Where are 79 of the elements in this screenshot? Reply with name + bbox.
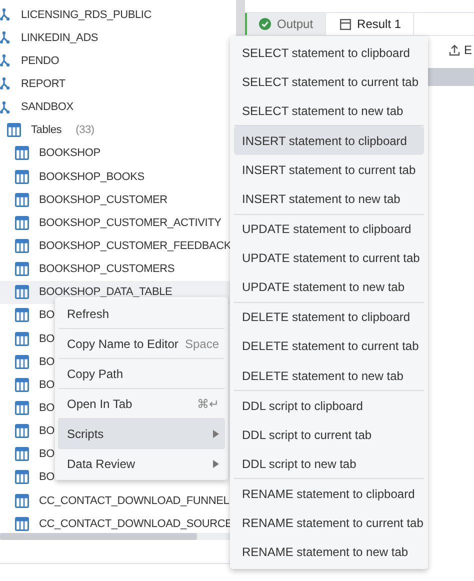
check-icon: [259, 18, 271, 30]
menu-item[interactable]: Scripts: [58, 419, 225, 449]
tree-group-label[interactable]: Tables: [31, 124, 62, 136]
schema-icon: [0, 77, 10, 90]
shortcut-label: Space: [184, 336, 219, 350]
tab[interactable]: Output: [245, 13, 326, 35]
menu-item[interactable]: INSERT statement to current tab: [234, 155, 424, 184]
grid-icon: [340, 18, 352, 30]
scrollbar[interactable]: [236, 0, 245, 36]
table-icon: [15, 400, 29, 415]
table-icon: [15, 170, 29, 184]
table-item[interactable]: BO: [39, 425, 54, 438]
menu-item[interactable]: INSERT statement to clipboard: [234, 126, 424, 156]
menu-item[interactable]: Refresh: [58, 299, 225, 329]
schema-icon: [0, 100, 10, 114]
menu-item[interactable]: RENAME statement to clipboard: [234, 479, 424, 508]
table-icon: [15, 308, 29, 322]
schema-icon: [0, 8, 10, 22]
table-icon: [15, 262, 29, 276]
table-item[interactable]: BOOKSHOP_CUSTOMER: [39, 194, 168, 206]
menu-item[interactable]: SELECT statement to clipboard: [234, 38, 424, 68]
table-icon: [15, 192, 29, 207]
table-icon: [15, 494, 29, 508]
table-item[interactable]: BOOKSHOP_CUSTOMER_FEEDBACK: [39, 240, 232, 252]
table-item[interactable]: CC_CONTACT_DOWNLOAD_SOURCE: [39, 518, 232, 530]
table-item[interactable]: BO: [39, 448, 54, 460]
export-button[interactable]: E: [448, 43, 474, 57]
table-item[interactable]: BOOKSHOP_BOOKS: [39, 170, 144, 183]
table-icon: [15, 378, 29, 392]
table-icon: [15, 424, 29, 438]
menu-item[interactable]: DELETE statement to current tab: [234, 332, 424, 362]
schema-icon: [0, 31, 10, 44]
schema-item[interactable]: SANDBOX: [21, 101, 74, 114]
menu-item[interactable]: DELETE statement to clipboard: [234, 302, 424, 332]
table-icon: [15, 332, 29, 346]
menu-item[interactable]: Data Review: [58, 449, 225, 478]
table-icon: [15, 146, 29, 160]
schema-icon: [0, 54, 10, 68]
table-item[interactable]: BO: [39, 356, 54, 368]
table-icon: [15, 285, 29, 300]
table-item[interactable]: BO: [39, 332, 54, 345]
menu-item[interactable]: SELECT statement to current tab: [234, 67, 424, 96]
schema-item[interactable]: PENDO: [21, 54, 60, 67]
table-icon: [15, 516, 29, 531]
table-item[interactable]: BO: [39, 309, 54, 322]
table-icon: [15, 354, 29, 369]
table-item[interactable]: BO: [39, 402, 54, 414]
menu-item[interactable]: DDL script to new tab: [234, 449, 424, 478]
menu-item[interactable]: UPDATE statement to current tab: [234, 244, 424, 273]
table-icon: [15, 238, 29, 253]
table-icon: [7, 123, 21, 138]
menu-item[interactable]: RENAME statement to new tab: [234, 538, 424, 567]
item-count: (33): [76, 124, 94, 136]
table-item[interactable]: BOOKSHOP_DATA_TABLE: [39, 286, 172, 298]
menu-item[interactable]: RENAME statement to current tab: [234, 508, 424, 538]
menu-item[interactable]: UPDATE statement to new tab: [234, 272, 424, 302]
table-item[interactable]: BO: [39, 471, 54, 484]
table-icon: [15, 470, 29, 484]
table-item[interactable]: CC_CONTACT_DOWNLOAD_FUNNEL: [39, 494, 230, 507]
table-item[interactable]: BOOKSHOP: [39, 147, 100, 160]
schema-item[interactable]: LICENSING_RDS_PUBLIC: [21, 8, 152, 21]
menu-item[interactable]: Copy Name to Editor Space: [58, 329, 225, 359]
menu-item[interactable]: DELETE statement to new tab: [234, 361, 424, 390]
shortcut-label: ⌘↵: [197, 396, 219, 410]
menu-item[interactable]: UPDATE statement to clipboard: [234, 214, 424, 244]
table-item[interactable]: BOOKSHOP_CUSTOMER_ACTIVITY: [39, 216, 222, 229]
menu-item[interactable]: Copy Path: [58, 359, 225, 389]
table-item[interactable]: BO: [39, 378, 54, 391]
scrollbar-thumb[interactable]: [0, 533, 197, 540]
table-icon: [15, 447, 29, 462]
menu-item[interactable]: DDL script to current tab: [234, 420, 424, 450]
schema-item[interactable]: LINKEDIN_ADS: [21, 32, 98, 44]
menu-item[interactable]: SELECT statement to new tab: [234, 96, 424, 126]
upload-icon: [448, 44, 460, 56]
schema-item[interactable]: REPORT: [21, 78, 66, 90]
menu-item[interactable]: INSERT statement to new tab: [234, 184, 424, 214]
table-icon: [15, 216, 29, 230]
menu-item[interactable]: DDL script to clipboard: [234, 391, 424, 420]
table-item[interactable]: BOOKSHOP_CUSTOMERS: [39, 263, 175, 276]
